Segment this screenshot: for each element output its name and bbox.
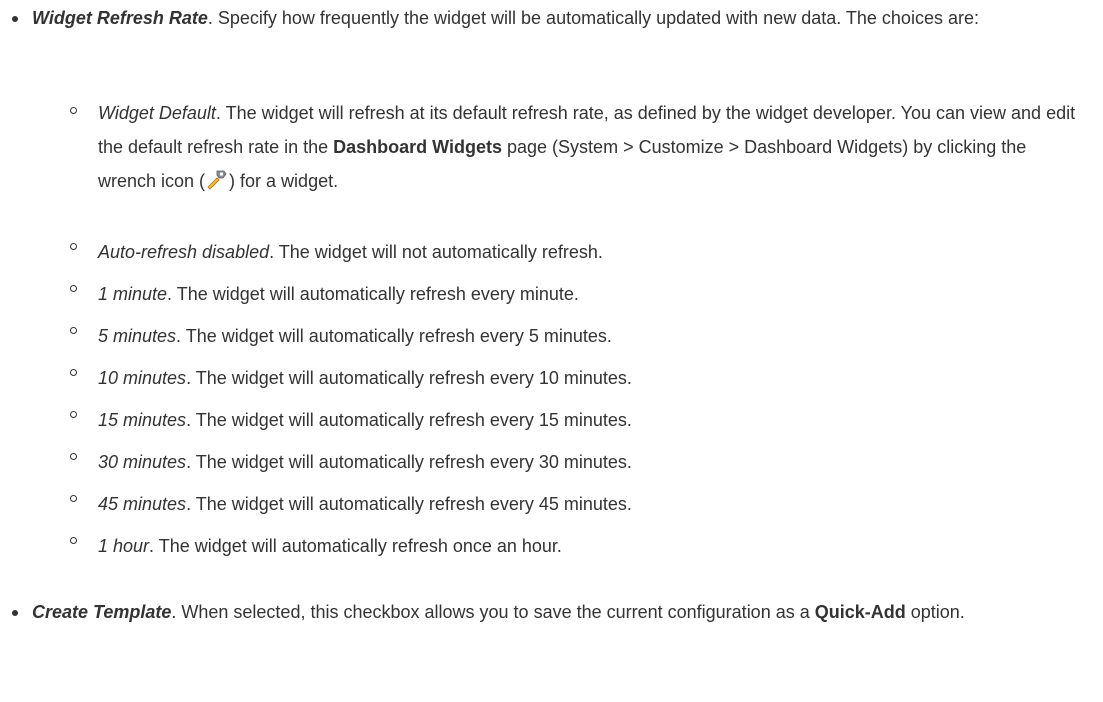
sub-item-15-minutes: 15 minutes. The widget will automaticall… <box>70 406 1083 435</box>
wrench-icon <box>205 167 229 190</box>
circle-bullet-icon <box>70 107 77 114</box>
circle-bullet-icon <box>70 453 77 460</box>
list-item-widget-refresh-rate: Widget Refresh Rate. Specify how frequen… <box>12 4 1083 33</box>
sub-item-widget-default: Widget Default. The widget will refresh … <box>70 102 1083 198</box>
sub-description-part-3: ) for a widget. <box>229 171 339 191</box>
circle-bullet-icon <box>70 327 77 334</box>
sub-item-10-minutes: 10 minutes. The widget will automaticall… <box>70 364 1083 393</box>
sub-item-auto-refresh-disabled: Auto-refresh disabled. The widget will n… <box>70 238 1083 267</box>
sub-item-1-minute: 1 minute. The widget will automatically … <box>70 280 1083 309</box>
item-description: . When selected, this checkbox allows yo… <box>171 602 815 622</box>
sub-item-45-minutes: 45 minutes. The widget will automaticall… <box>70 490 1083 519</box>
term-label: Create Template <box>32 602 172 622</box>
sub-term-label: Widget Default <box>98 103 216 123</box>
circle-bullet-icon <box>70 537 77 544</box>
document: Widget Refresh Rate. Specify how frequen… <box>0 0 1103 702</box>
bullet-icon <box>12 610 18 616</box>
list-item-create-template: Create Template. When selected, this che… <box>12 598 1083 627</box>
item-description-end: option. <box>905 602 965 622</box>
circle-bullet-icon <box>70 495 77 502</box>
item-description: . Specify how frequently the widget will… <box>207 8 979 28</box>
circle-bullet-icon <box>70 369 77 376</box>
sub-item-5-minutes: 5 minutes. The widget will automatically… <box>70 322 1083 351</box>
sub-item-1-hour: 1 hour. The widget will automatically re… <box>70 532 1083 561</box>
circle-bullet-icon <box>70 285 77 292</box>
dashboard-widgets-page-name: Dashboard Widgets <box>333 137 503 157</box>
circle-bullet-icon <box>70 243 77 250</box>
bullet-icon <box>12 16 18 22</box>
circle-bullet-icon <box>70 411 77 418</box>
term-label: Widget Refresh Rate <box>32 8 208 28</box>
sub-item-30-minutes: 30 minutes. The widget will automaticall… <box>70 448 1083 477</box>
quick-add-label: Quick-Add <box>814 602 906 622</box>
